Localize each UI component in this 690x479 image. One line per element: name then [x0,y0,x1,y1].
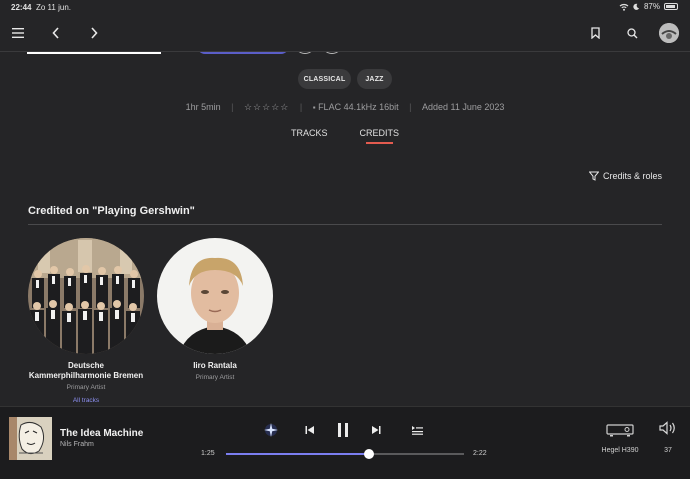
total-time: 2:22 [473,450,487,457]
status-date: Zo 11 jun. [36,3,71,12]
tag-classical[interactable]: CLASSICAL [298,69,351,89]
tab-tracks[interactable]: TRACKS [291,128,328,144]
search-icon[interactable] [623,24,641,42]
previous-track-icon[interactable] [302,421,318,439]
status-time: 22:44 [11,3,32,12]
speaker-icon [659,421,675,435]
moon-icon [633,3,640,10]
album-duration: 1hr 5min [185,102,221,112]
progress-fill [226,453,369,455]
output-device[interactable]: Hegel H390 [598,423,642,454]
credits-roles-filter[interactable]: Credits & roles [588,171,662,181]
quality-icon: ▪︎ [312,103,316,112]
volume-level: 37 [664,447,672,454]
added-date: Added 11 June 2023 [421,102,505,112]
track-title[interactable]: The Idea Machine [60,428,143,439]
tag-jazz[interactable]: JAZZ [357,69,392,89]
pause-icon[interactable] [334,421,352,439]
battery-percent: 87% [643,2,660,11]
credits-roles-label: Credits & roles [602,171,662,181]
meta-divider: | [299,102,303,112]
radio-sparkle-icon[interactable] [262,421,280,439]
tab-credits[interactable]: CREDITS [360,128,399,144]
device-name: Hegel H390 [601,447,639,454]
next-track-icon[interactable] [368,421,384,439]
album-tabs: TRACKS CREDITS [0,128,690,144]
status-bar: 22:44 Zo 11 jun. 87% [0,0,690,14]
album-meta: 1hr 5min | ☆☆☆☆☆ | ▪︎ FLAC 44.1kHz 16bit… [0,102,690,113]
rating-stars[interactable]: ☆☆☆☆☆ [244,102,289,112]
bookmark-icon[interactable] [586,24,604,42]
artist-portrait[interactable] [157,238,273,354]
progress-slider[interactable] [226,449,464,459]
album-thumbnail[interactable] [9,417,52,460]
progress-knob[interactable] [363,449,374,459]
meta-divider: | [409,102,412,112]
artist-name[interactable]: Deutsche Kammerphilharmonie Bremen [28,361,144,381]
amplifier-icon [606,424,634,437]
filter-icon [588,171,599,181]
section-divider [28,224,662,225]
audio-format: ▪︎ FLAC 44.1kHz 16bit [312,102,399,112]
elapsed-time: 1:25 [201,450,215,457]
artist-name[interactable]: Iiro Rantala [157,361,273,371]
artist-role: Primary Artist [195,374,235,381]
volume-control[interactable]: 37 [656,421,680,454]
top-bar [0,14,690,52]
artist-card[interactable]: Deutsche Kammerphilharmonie Bremen Prima… [28,238,144,404]
back-arrow-icon[interactable] [47,24,65,42]
battery-icon [664,3,678,10]
menu-icon[interactable] [9,24,27,42]
orchestra-photo[interactable] [28,238,144,354]
track-artist[interactable]: Nils Frahm [60,441,94,448]
all-tracks-link[interactable]: All tracks [28,397,144,404]
user-avatar[interactable] [659,23,679,43]
meta-divider: | [231,102,234,112]
queue-icon[interactable] [409,421,425,439]
artist-role: Primary Artist [66,384,106,391]
artist-card[interactable]: Iiro Rantala Primary Artist [157,238,273,381]
section-title: Credited on "Playing Gershwin" [28,205,195,217]
forward-arrow-icon[interactable] [85,24,103,42]
wifi-icon [619,3,629,11]
now-playing-bar: The Idea Machine Nils Frahm 1:25 2:22 He… [0,406,690,479]
